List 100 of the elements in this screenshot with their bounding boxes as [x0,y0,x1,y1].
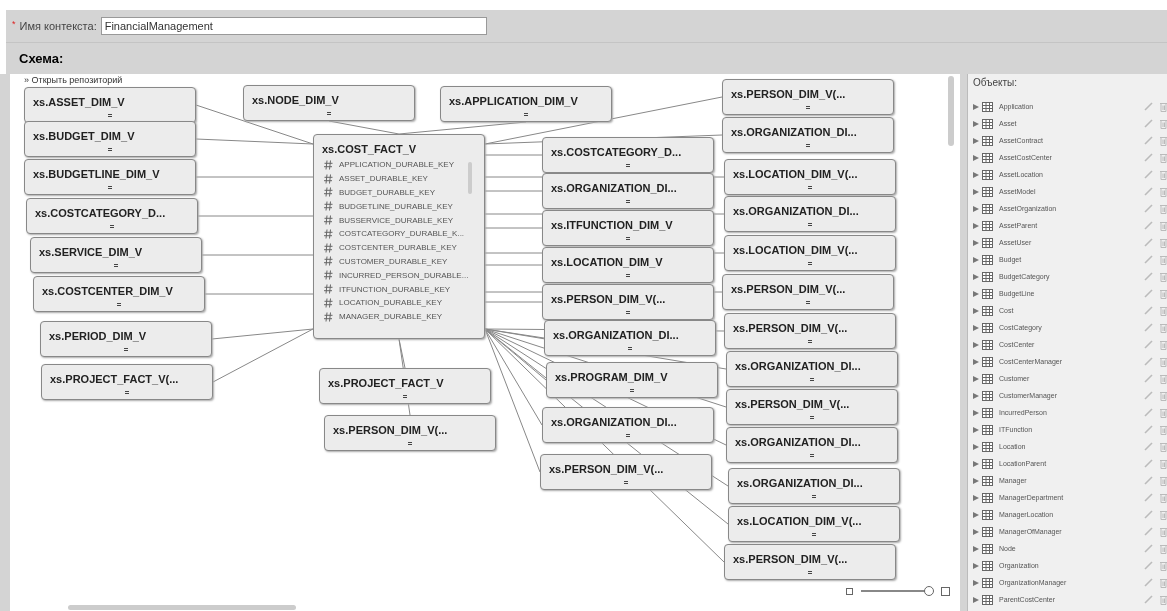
table-node[interactable]: xs.SERVICE_DIM_V [30,237,202,273]
field-name: ITFUNCTION_DURABLE_KEY [339,284,451,294]
table-node[interactable]: xs.LOCATION_DIM_V(... [728,506,900,542]
table-node[interactable]: xs.COSTCATEGORY_D... [26,198,198,234]
table-node[interactable]: xs.PERSON_DIM_V(... [726,389,898,425]
grip-icon[interactable] [327,112,331,115]
table-node[interactable]: xs.ORGANIZATION_DI... [724,196,896,232]
table-node[interactable]: xs.ORGANIZATION_DI... [726,351,898,387]
grip-icon[interactable] [108,186,112,189]
table-node[interactable]: xs.COSTCENTER_DIM_V [33,276,205,312]
grip-icon[interactable] [808,340,812,343]
table-node[interactable]: xs.LOCATION_DIM_V(... [724,235,896,271]
table-name: xs.COST_FACT_V [322,143,418,155]
table-node[interactable]: xs.ORGANIZATION_DI... [726,427,898,463]
table-node[interactable]: xs.PERSON_DIM_V(... [324,415,496,451]
scrollbar-thumb[interactable] [468,162,472,194]
grip-icon[interactable] [808,571,812,574]
table-node[interactable]: xs.ORGANIZATION_DI... [722,117,894,153]
table-icon [982,186,993,197]
grip-icon[interactable] [810,378,814,381]
table-name: xs.COSTCATEGORY_D... [551,146,682,158]
fact-table-node[interactable] [313,134,485,339]
grip-icon[interactable] [628,347,632,350]
table-node[interactable]: xs.PERSON_DIM_V(... [724,544,896,580]
objects-title: Объекты: [973,77,1019,88]
table-node[interactable]: xs.BUDGETLINE_DIM_V [24,159,196,195]
grip-icon[interactable] [808,262,812,265]
grip-icon[interactable] [808,186,812,189]
table-icon [982,203,993,214]
grip-icon[interactable] [626,311,630,314]
table-icon [982,475,993,486]
zoom-out-icon[interactable] [846,587,853,595]
hash-icon [324,270,333,281]
grip-icon[interactable] [806,144,810,147]
table-icon [982,305,993,316]
grip-icon[interactable] [630,389,634,392]
table-node[interactable]: xs.COSTCATEGORY_D... [542,137,714,173]
table-node[interactable]: xs.LOCATION_DIM_V(... [724,159,896,195]
table-node[interactable]: xs.ORGANIZATION_DI... [544,320,716,356]
table-icon [982,577,993,588]
context-name-field[interactable]: FinancialManagement [100,17,487,35]
table-node[interactable]: xs.BUDGET_DIM_V [24,121,196,157]
field-name: CUSTOMER_DURABLE_KEY [339,256,448,266]
table-node[interactable]: xs.PERSON_DIM_V(... [722,274,894,310]
table-node[interactable]: xs.ASSET_DIM_V [24,87,196,123]
grip-icon[interactable] [125,391,129,394]
grip-icon[interactable] [117,303,121,306]
grip-icon[interactable] [626,237,630,240]
table-node[interactable]: xs.PERIOD_DIM_V [40,321,212,357]
grip-icon[interactable] [626,274,630,277]
table-node[interactable]: xs.PROGRAM_DIM_V [546,362,718,398]
grip-icon[interactable] [108,114,112,117]
grip-icon[interactable] [110,225,114,228]
table-node[interactable]: xs.NODE_DIM_V [243,85,415,121]
grip-icon[interactable] [810,454,814,457]
grip-icon[interactable] [114,264,118,267]
grip-icon[interactable] [626,434,630,437]
field-name: COSTCENTER_DURABLE_KEY [339,243,457,253]
table-node[interactable]: xs.ORGANIZATION_DI... [728,468,900,504]
table-icon [982,254,993,265]
zoom-in-icon[interactable] [941,586,950,596]
table-icon [982,220,993,231]
table-node[interactable]: xs.PERSON_DIM_V(... [542,284,714,320]
table-node[interactable]: xs.PROJECT_FACT_V(... [41,364,213,400]
grip-icon[interactable] [626,164,630,167]
table-icon [982,441,993,452]
grip-icon[interactable] [810,416,814,419]
table-name: xs.ORGANIZATION_DI... [737,477,863,489]
table-node[interactable]: xs.ORGANIZATION_DI... [542,407,714,443]
table-node[interactable]: xs.APPLICATION_DIM_V [440,86,612,122]
table-node[interactable]: xs.LOCATION_DIM_V [542,247,714,283]
table-node[interactable]: xs.ORGANIZATION_DI... [542,173,714,209]
table-node[interactable]: xs.PERSON_DIM_V(... [722,79,894,115]
grip-icon[interactable] [806,106,810,109]
table-node[interactable]: xs.PROJECT_FACT_V [319,368,491,404]
vertical-scrollbar[interactable] [948,76,954,146]
grip-icon[interactable] [808,223,812,226]
grip-icon[interactable] [624,481,628,484]
grip-icon[interactable] [812,533,816,536]
table-icon [982,407,993,418]
open-repository-link[interactable]: » Открыть репозиторий [24,75,123,86]
context-name-label: Имя контекста: [19,20,97,32]
slider-thumb[interactable] [924,586,935,596]
table-node[interactable]: xs.PERSON_DIM_V(... [540,454,712,490]
grip-icon[interactable] [524,113,528,116]
grip-icon[interactable] [108,148,112,151]
table-name: xs.ORGANIZATION_DI... [733,205,859,217]
grip-icon[interactable] [806,301,810,304]
grip-icon[interactable] [403,395,407,398]
grip-icon[interactable] [626,200,630,203]
grip-icon[interactable] [408,442,412,445]
table-name: xs.PERSON_DIM_V(... [549,463,664,475]
table-node[interactable]: xs.ITFUNCTION_DIM_V [542,210,714,246]
grip-icon[interactable] [812,495,816,498]
grip-icon[interactable] [124,348,128,351]
table-node[interactable]: xs.PERSON_DIM_V(... [724,313,896,349]
horizontal-scrollbar[interactable] [68,605,296,610]
connector-line [484,227,543,229]
table-name: xs.ORGANIZATION_DI... [731,126,857,138]
hash-icon [324,256,333,267]
